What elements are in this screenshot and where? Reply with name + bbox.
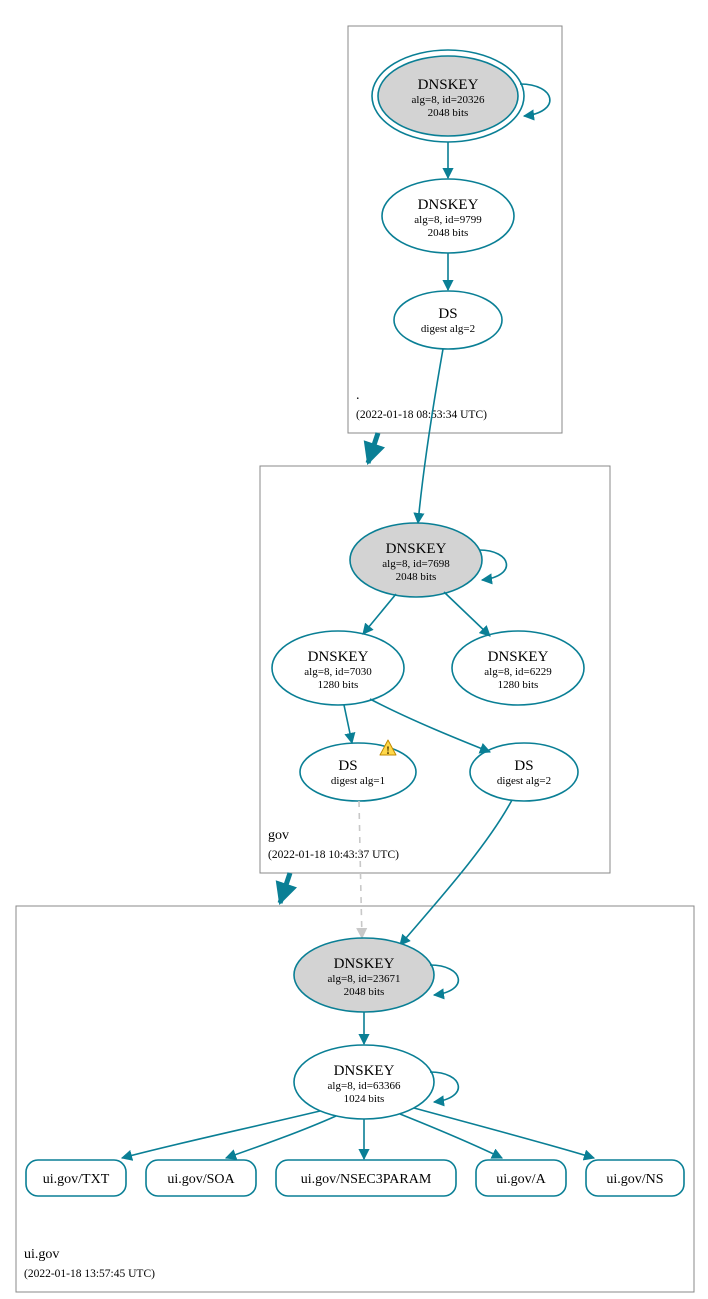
text: 2048 bits — [344, 986, 385, 998]
text: digest alg=1 — [331, 775, 385, 787]
node-gov-zsk1: DNSKEY alg=8, id=7030 1280 bits — [272, 631, 404, 705]
text: alg=8, id=6229 — [484, 666, 552, 678]
text: 2048 bits — [428, 227, 469, 239]
text: 1280 bits — [498, 679, 539, 691]
edge-uigov-ksk-self — [430, 965, 458, 995]
node-root-ksk: DNSKEY alg=8, id=20326 2048 bits — [372, 50, 524, 142]
edge-uigov-zsk-self — [430, 1072, 458, 1102]
node-uigov-zsk: DNSKEY alg=8, id=63366 1024 bits — [294, 1045, 434, 1119]
text: DNSKEY — [488, 649, 549, 665]
node-rec-nsec3: ui.gov/NSEC3PARAM — [276, 1160, 456, 1196]
svg-text:!: ! — [386, 743, 390, 757]
text: DS — [338, 758, 357, 774]
text: alg=8, id=7698 — [382, 558, 450, 570]
text: digest alg=2 — [497, 775, 551, 787]
node-gov-ksk: DNSKEY alg=8, id=7698 2048 bits — [350, 523, 482, 597]
text: 1280 bits — [318, 679, 359, 691]
node-rec-soa: ui.gov/SOA — [146, 1160, 256, 1196]
zone-ts-gov: (2022-01-18 10:43:37 UTC) — [268, 849, 399, 861]
zone-label-uigov: ui.gov — [24, 1247, 59, 1262]
zone-label-root: . — [356, 388, 360, 403]
text: alg=8, id=20326 — [412, 94, 485, 106]
text: ui.gov/NS — [606, 1172, 663, 1187]
text: 2048 bits — [396, 571, 437, 583]
text: ui.gov/A — [496, 1172, 546, 1187]
text: ui.gov/SOA — [167, 1172, 235, 1187]
edge-gov-ksk-self — [479, 550, 506, 580]
edge-zone-root-to-gov — [368, 433, 378, 463]
edge-root-ds-to-gov-ksk — [418, 349, 443, 523]
node-root-zsk: DNSKEY alg=8, id=9799 2048 bits — [382, 179, 514, 253]
zone-ts-uigov: (2022-01-18 13:57:45 UTC) — [24, 1268, 155, 1280]
text: ui.gov/TXT — [43, 1172, 110, 1187]
text: DNSKEY — [418, 77, 479, 93]
text: DNSKEY — [418, 197, 479, 213]
text: DS — [514, 758, 533, 774]
edge-gov-zsk1-to-ds1 — [344, 705, 352, 743]
edge-zsk-to-soa — [226, 1116, 336, 1158]
text: DNSKEY — [334, 1063, 395, 1079]
edge-gov-ksk-to-zsk2 — [444, 592, 490, 636]
node-rec-ns: ui.gov/NS — [586, 1160, 684, 1196]
node-root-ds: DS digest alg=2 — [394, 291, 502, 349]
node-rec-a: ui.gov/A — [476, 1160, 566, 1196]
edge-gov-ds1-to-uigov-ksk — [359, 801, 362, 938]
zone-label-gov: gov — [268, 828, 289, 843]
edge-zsk-to-a — [400, 1114, 502, 1158]
node-gov-ds1: DS digest alg=1 ! — [300, 740, 416, 801]
text: DNSKEY — [308, 649, 369, 665]
node-uigov-ksk: DNSKEY alg=8, id=23671 2048 bits — [294, 938, 434, 1012]
edge-zsk-to-ns — [414, 1108, 594, 1158]
text: DS — [438, 306, 457, 322]
node-rec-txt: ui.gov/TXT — [26, 1160, 126, 1196]
edge-gov-ksk-to-zsk1 — [363, 594, 396, 634]
text: ui.gov/NSEC3PARAM — [301, 1172, 432, 1187]
text: alg=8, id=7030 — [304, 666, 372, 678]
node-gov-ds2: DS digest alg=2 — [470, 743, 578, 801]
text: digest alg=2 — [421, 323, 475, 335]
text: alg=8, id=9799 — [414, 214, 482, 226]
zone-ts-root: (2022-01-18 08:53:34 UTC) — [356, 409, 487, 421]
text: alg=8, id=23671 — [328, 973, 401, 985]
text: 1024 bits — [344, 1093, 385, 1105]
text: alg=8, id=63366 — [328, 1080, 401, 1092]
dnssec-diagram: . (2022-01-18 08:53:34 UTC) gov (2022-01… — [0, 0, 708, 1299]
text: DNSKEY — [386, 541, 447, 557]
text: DNSKEY — [334, 956, 395, 972]
node-gov-zsk2: DNSKEY alg=8, id=6229 1280 bits — [452, 631, 584, 705]
edge-zone-gov-to-uigov — [280, 873, 290, 903]
text: 2048 bits — [428, 107, 469, 119]
